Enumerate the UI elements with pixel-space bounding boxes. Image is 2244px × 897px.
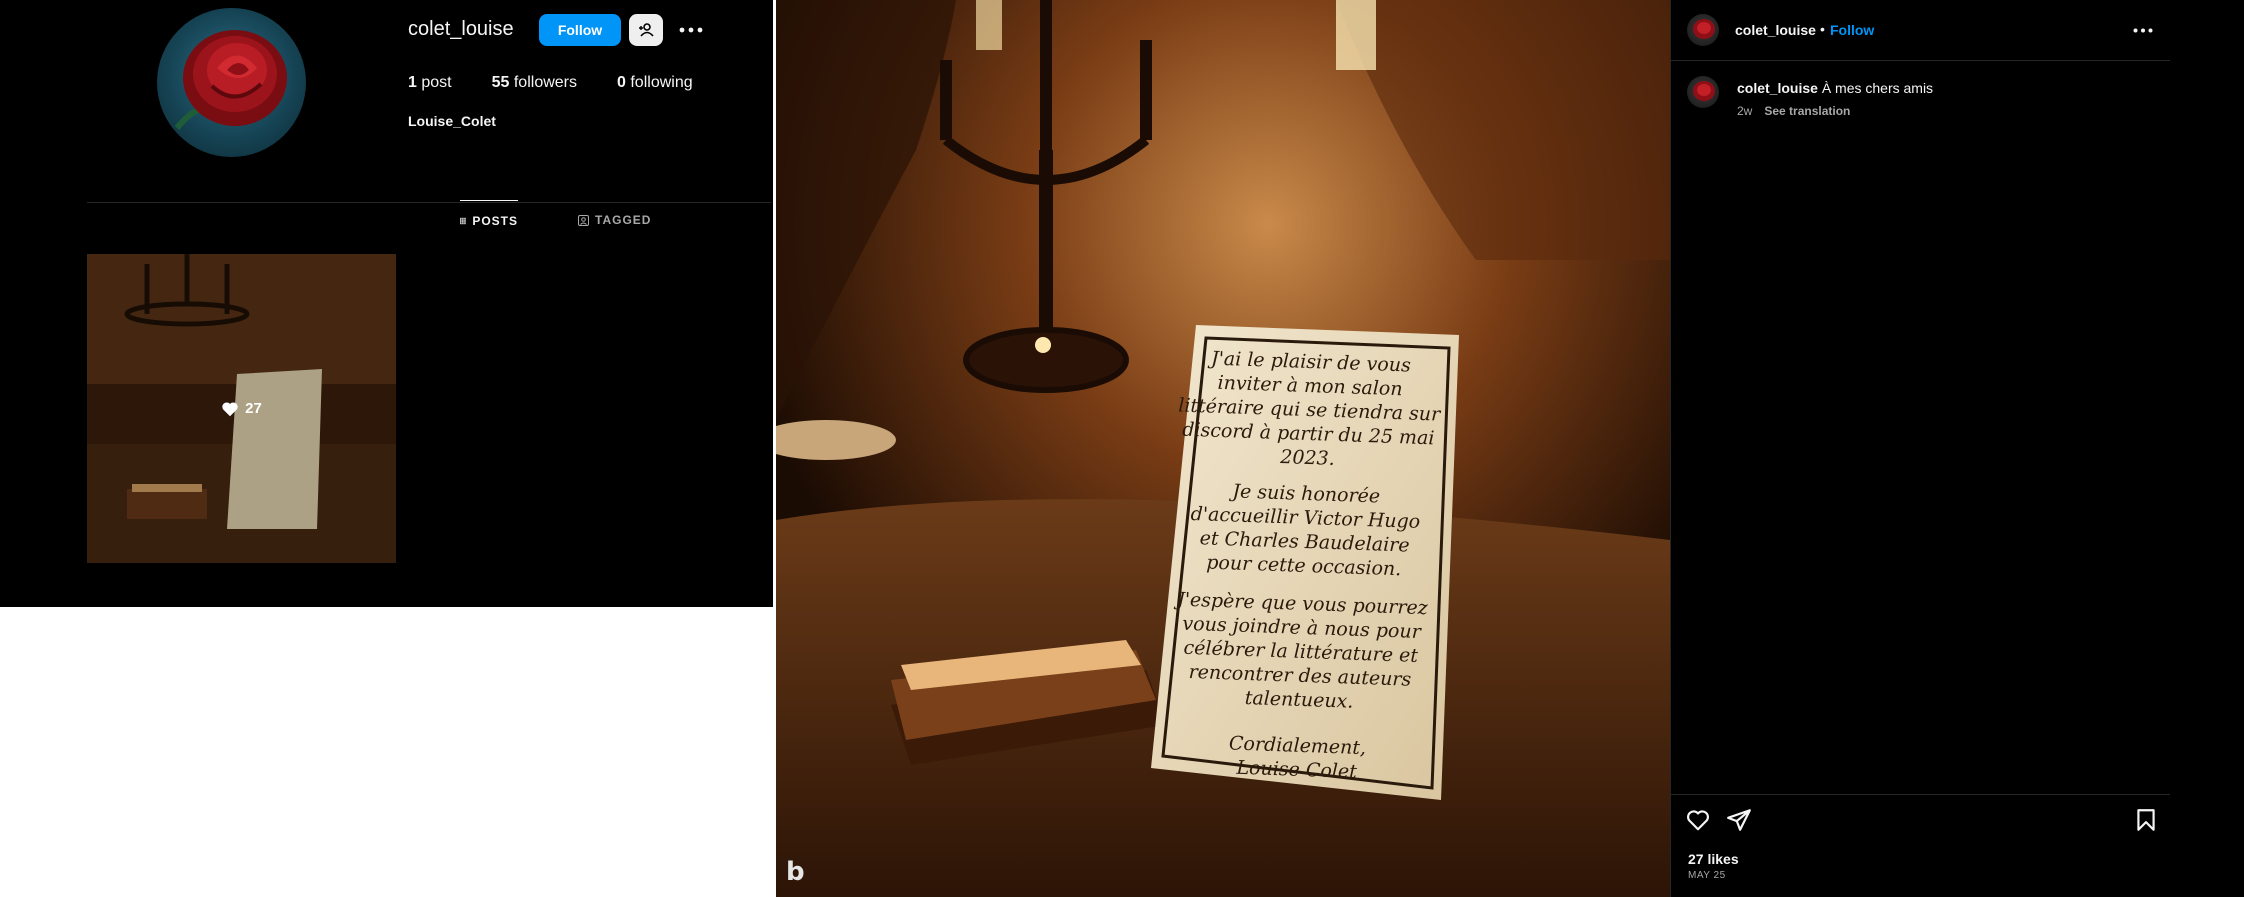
post-date: MAY 25 [1688,870,1726,881]
rose-icon [1693,19,1715,39]
share-button[interactable] [1726,807,1752,833]
profile-full-name: Louise_Colet [408,113,496,129]
page-margin [2170,0,2244,897]
sidebar-follow-button[interactable]: Follow [1830,22,1874,38]
post-sidebar: colet_louise • Follow colet_louise À mes… [1670,0,2171,897]
watermark-logo: b [786,857,805,887]
actions-divider [1671,794,2171,795]
card-text-line: talentueux. [1244,687,1353,713]
ellipsis-icon [2133,28,2153,32]
profile-username: colet_louise [408,18,514,40]
followers-stat[interactable]: 55 followers [492,74,577,92]
profile-panel: colet_louise Follow 1 post 55 followers … [0,0,773,607]
caption-username[interactable]: colet_louise [1737,80,1818,96]
heart-filled-icon [222,401,238,416]
caption-text: À mes chers amis [1821,80,1934,96]
profile-avatar[interactable] [157,8,306,157]
profile-stats: 1 post 55 followers 0 following [408,74,693,92]
rose-icon [1693,81,1715,101]
tab-tagged-label: TAGGED [595,213,652,227]
post-header: colet_louise • Follow [1671,0,2171,61]
likes-count[interactable]: 27 likes [1688,851,1739,867]
card-text-line: 2023. [1279,446,1335,470]
tab-divider [87,202,771,203]
screen: colet_louise Follow 1 post 55 followers … [0,0,2244,897]
tab-posts-label: POSTS [472,213,518,228]
post-age: 2w [1737,104,1753,118]
thumbnail-like-count: 27 [245,400,262,417]
posts-stat: 1 post [408,74,452,91]
heart-icon [1687,810,1709,831]
post-options-button[interactable] [2131,18,2155,42]
follow-button[interactable]: Follow [539,14,621,46]
tab-posts[interactable]: POSTS [460,200,518,240]
like-button[interactable] [1685,807,1711,833]
author-avatar[interactable] [1687,14,1719,46]
add-person-icon [639,23,654,37]
tag-icon [578,214,589,226]
author-username[interactable]: colet_louise [1735,22,1816,38]
grid-icon [460,217,467,224]
thumbnail-likes-overlay: 27 [87,254,396,563]
see-translation-link[interactable]: See translation [1764,104,1850,118]
save-button[interactable] [2133,807,2159,833]
paper-plane-icon [1727,809,1751,831]
post-thumbnail[interactable]: 27 [87,254,396,563]
separator-dot: • [1820,21,1825,37]
bookmark-icon [2137,809,2155,831]
caption-avatar[interactable] [1687,76,1719,108]
caption-meta: 2w See translation [1737,104,1850,118]
more-options-button[interactable] [676,14,706,46]
tab-tagged[interactable]: TAGGED [578,200,651,240]
post-caption: colet_louise À mes chers amis [1737,80,1933,96]
post-image[interactable]: J'ai le plaisir de vous inviter à mon sal… [776,0,1670,897]
card-text-line: Louise Colet [1235,757,1357,783]
suggested-users-button[interactable] [629,14,663,46]
rose-image [174,30,287,130]
invitation-photo: J'ai le plaisir de vousinviter à mon sal… [776,0,1670,897]
ellipsis-icon [679,27,703,33]
following-stat[interactable]: 0 following [617,74,693,92]
